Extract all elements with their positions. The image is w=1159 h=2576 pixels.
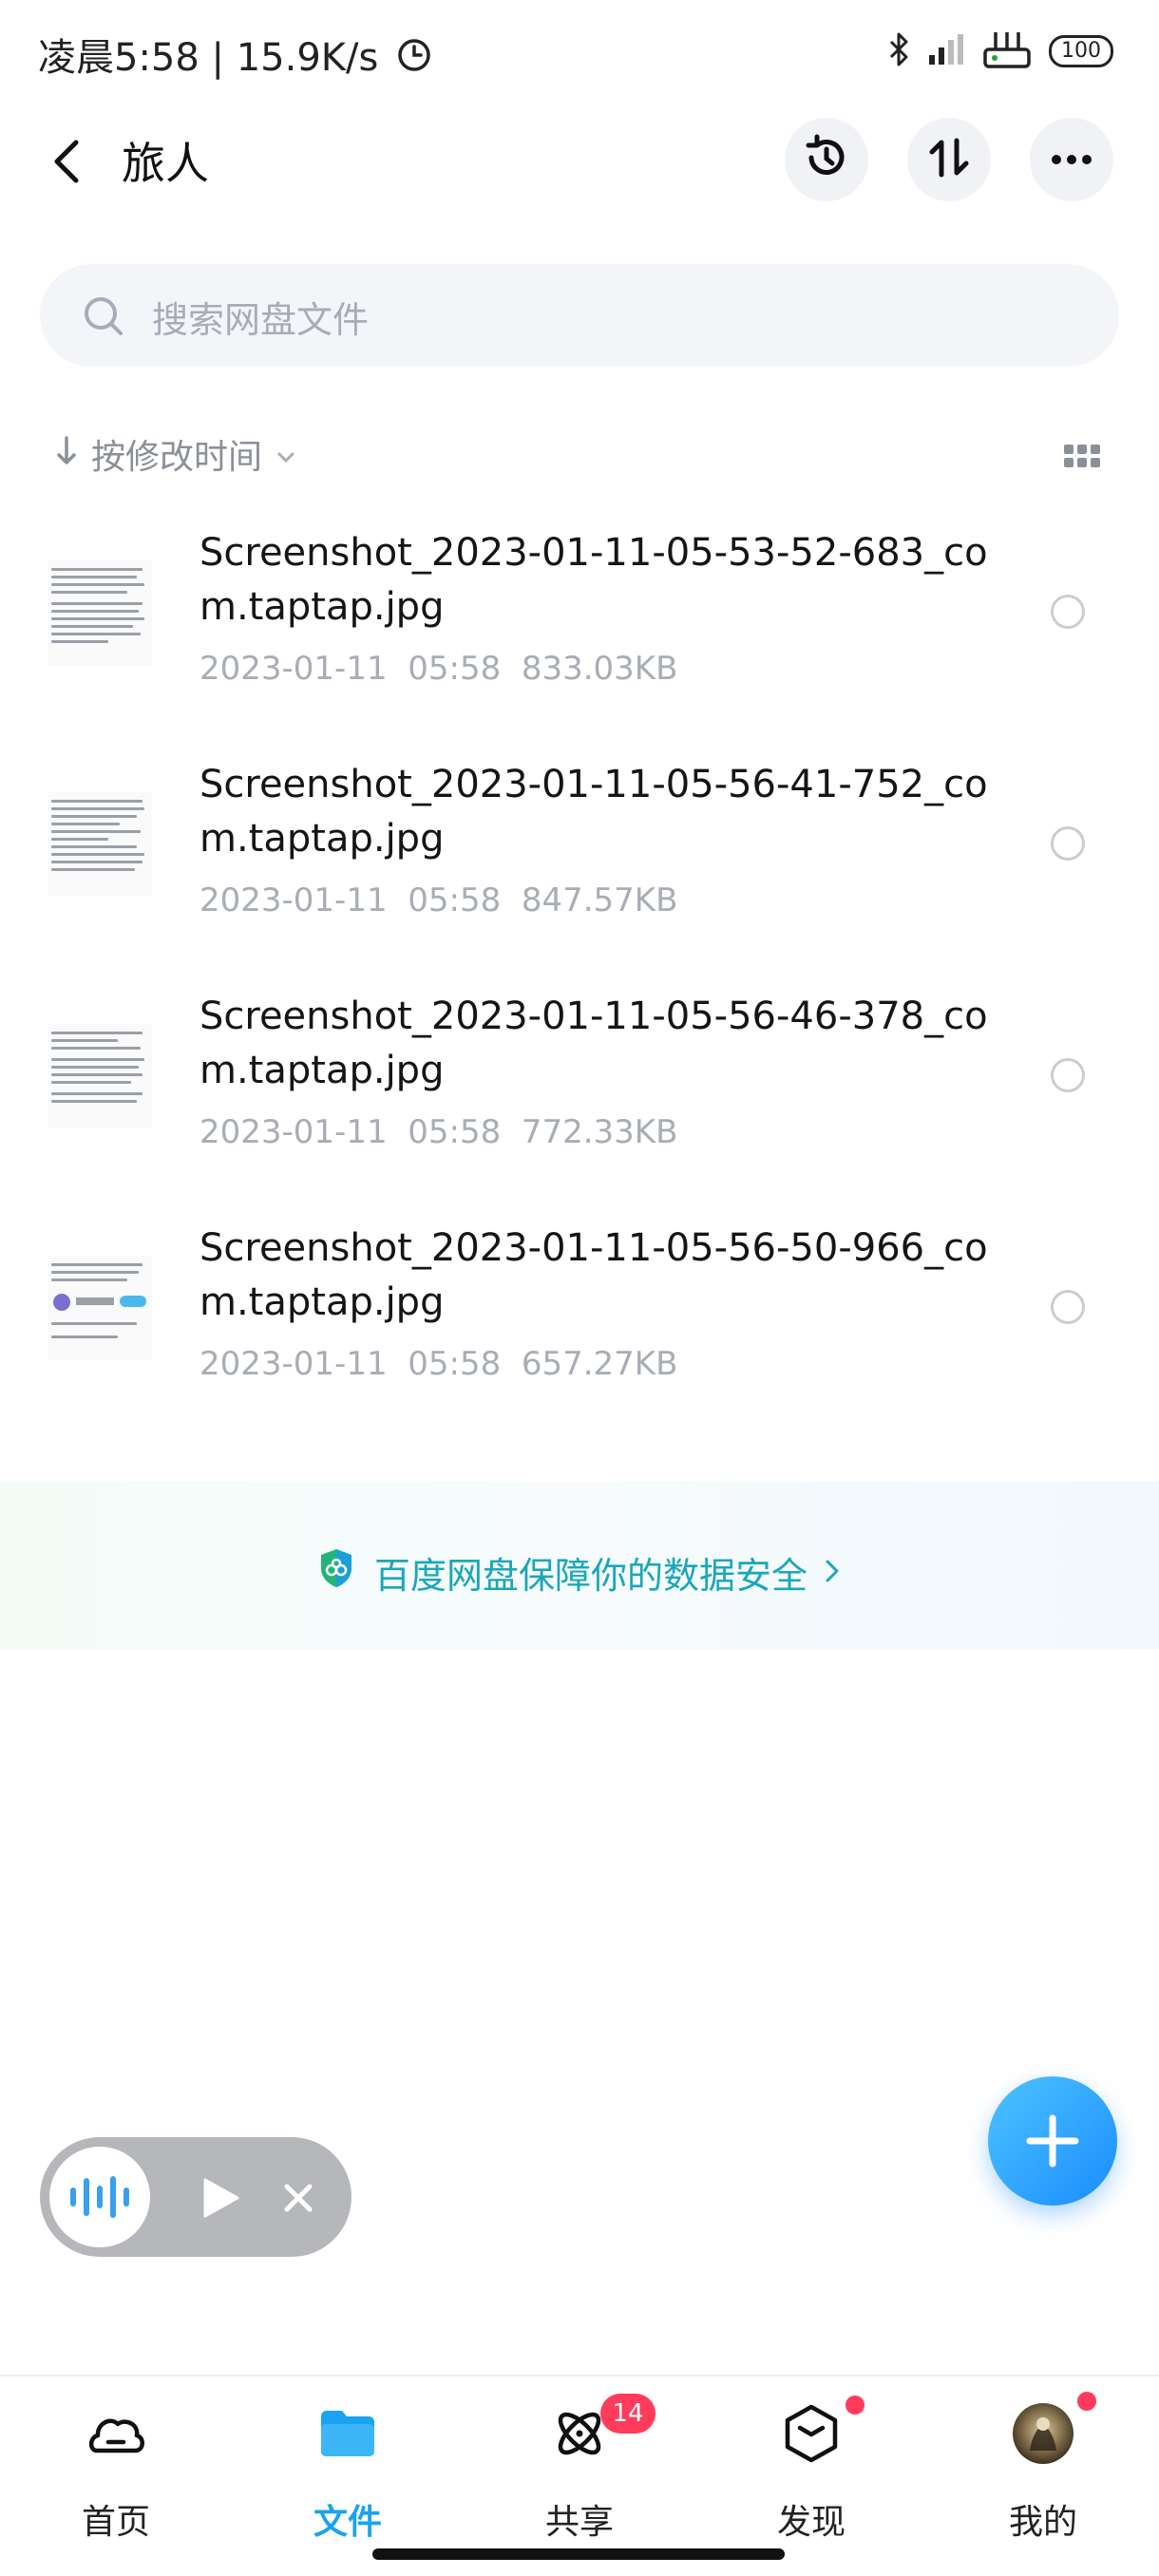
signal-icon bbox=[927, 32, 965, 70]
sort-label: 按修改时间 bbox=[91, 438, 263, 477]
file-thumbnail bbox=[48, 792, 152, 897]
file-meta: 2023-01-11 05:58 833.03KB bbox=[200, 650, 678, 688]
file-name: Screenshot_2023-01-11-05-56-50-966_com.t… bbox=[200, 1226, 988, 1324]
more-icon bbox=[1051, 151, 1092, 169]
nav-label: 共享 bbox=[544, 2503, 614, 2542]
select-checkbox[interactable] bbox=[1051, 1058, 1085, 1092]
nav-divider bbox=[0, 2375, 1159, 2377]
chevron-right-icon bbox=[823, 1552, 842, 1594]
page-title: 旅人 bbox=[122, 138, 209, 189]
play-icon[interactable] bbox=[200, 2177, 241, 2223]
file-name: Screenshot_2023-01-11-05-56-41-752_com.t… bbox=[200, 763, 988, 861]
transfer-icon bbox=[928, 135, 970, 184]
mine-dot bbox=[1077, 2392, 1096, 2411]
security-banner-text[interactable]: 百度网盘保障你的数据安全 bbox=[0, 1546, 1159, 1599]
status-icons: 100 bbox=[887, 28, 1113, 74]
nav-item-mine[interactable]: 我的 bbox=[948, 2403, 1138, 2546]
alarm-icon bbox=[396, 37, 432, 83]
file-thumbnail bbox=[48, 560, 152, 665]
nav-item-files[interactable]: 文件 bbox=[253, 2403, 443, 2546]
select-checkbox[interactable] bbox=[1051, 826, 1085, 861]
nav-item-home[interactable]: 首页 bbox=[21, 2403, 211, 2546]
bluetooth-icon bbox=[887, 30, 910, 72]
nav-label: 我的 bbox=[1008, 2503, 1077, 2542]
sort-arrow-icon bbox=[55, 434, 78, 475]
file-row[interactable]: Screenshot_2023-01-11-05-56-46-378_com.t… bbox=[0, 971, 1159, 1203]
file-meta: 2023-01-11 05:58 772.33KB bbox=[200, 1113, 678, 1151]
history-button[interactable] bbox=[785, 118, 868, 201]
plus-icon bbox=[1026, 2114, 1079, 2171]
file-row[interactable]: Screenshot_2023-01-11-05-56-50-966_com.t… bbox=[0, 1203, 1159, 1434]
battery-icon: 100 bbox=[1049, 35, 1113, 67]
share-badge: 14 bbox=[600, 2394, 656, 2434]
file-meta: 2023-01-11 05:58 657.27KB bbox=[200, 1345, 678, 1383]
search-placeholder: 搜索网盘文件 bbox=[152, 299, 370, 341]
file-row[interactable]: Screenshot_2023-01-11-05-56-41-752_com.t… bbox=[0, 739, 1159, 971]
chevron-down-icon bbox=[276, 435, 296, 474]
discover-dot bbox=[846, 2396, 864, 2415]
file-row[interactable]: Screenshot_2023-01-11-05-53-52-683_com.t… bbox=[0, 507, 1159, 739]
sort-dropdown[interactable]: 按修改时间 bbox=[55, 429, 296, 479]
file-thumbnail bbox=[48, 1256, 152, 1360]
waveform-icon bbox=[68, 2175, 131, 2223]
file-name: Screenshot_2023-01-11-05-53-52-683_com.t… bbox=[200, 531, 988, 629]
avatar bbox=[1013, 2403, 1074, 2464]
search-icon bbox=[82, 294, 125, 342]
shield-icon bbox=[317, 1547, 355, 1598]
select-checkbox[interactable] bbox=[1051, 595, 1085, 629]
nav-item-discover[interactable]: 发现 bbox=[716, 2403, 906, 2546]
file-name: Screenshot_2023-01-11-05-56-46-378_com.t… bbox=[200, 994, 988, 1092]
home-icon bbox=[86, 2403, 146, 2464]
folder-icon bbox=[317, 2403, 378, 2464]
home-indicator bbox=[372, 2548, 785, 2560]
add-button[interactable] bbox=[988, 2076, 1117, 2206]
more-button[interactable] bbox=[1030, 118, 1113, 201]
file-meta: 2023-01-11 05:58 847.57KB bbox=[200, 881, 678, 919]
close-icon[interactable] bbox=[283, 2183, 314, 2217]
transfer-button[interactable] bbox=[907, 118, 991, 201]
grid-view-icon[interactable] bbox=[1064, 445, 1100, 471]
nav-label: 首页 bbox=[81, 2503, 150, 2542]
router-icon bbox=[982, 28, 1032, 74]
history-icon bbox=[802, 133, 851, 186]
file-thumbnail bbox=[48, 1024, 152, 1128]
select-checkbox[interactable] bbox=[1051, 1290, 1085, 1324]
discover-icon bbox=[781, 2403, 842, 2464]
back-icon[interactable] bbox=[44, 133, 91, 190]
status-bar-time: 凌晨5:58 | 15.9K/s bbox=[38, 27, 432, 83]
voice-waveform-button[interactable] bbox=[49, 2147, 150, 2247]
nav-label: 发现 bbox=[776, 2503, 846, 2542]
nav-label: 文件 bbox=[313, 2503, 382, 2542]
